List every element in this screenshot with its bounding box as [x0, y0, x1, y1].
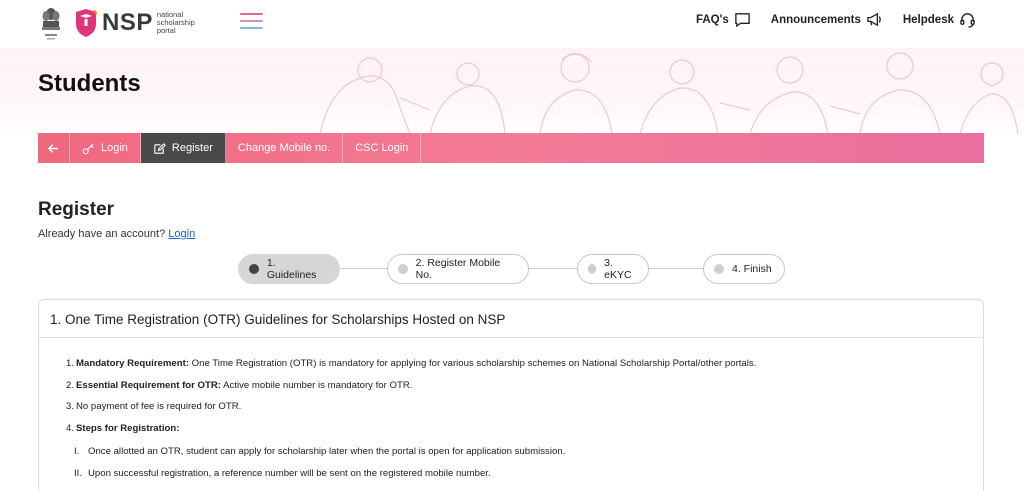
registration-step-item: II. Upon successful registration, a refe… — [74, 468, 983, 490]
key-icon — [82, 142, 94, 154]
guideline-item: 4. Steps for Registration: — [66, 423, 983, 445]
step-connector — [338, 268, 388, 269]
guideline-detail: Active mobile number is mandatory for OT… — [221, 379, 413, 391]
menu-line — [240, 20, 263, 22]
helpdesk-label: Helpdesk — [902, 13, 954, 26]
register-heading: Register — [38, 199, 115, 220]
step-indicator — [588, 264, 597, 274]
registration-step-number: II. — [74, 467, 82, 479]
nsp-logo[interactable]: NSP national scholarship portal — [74, 8, 207, 38]
back-button[interactable] — [38, 133, 70, 163]
guideline-text: Mandatory Requirement: One Time Registra… — [76, 358, 756, 380]
nav-register-label: Register — [171, 142, 213, 154]
nsp-logo-text: NSP — [102, 9, 153, 36]
step-label: 1. Guidelines — [266, 257, 317, 281]
nsp-logo-subtitle: national scholarship portal — [156, 10, 195, 35]
nav-login[interactable]: Login — [70, 133, 141, 163]
nav-login-label: Login — [101, 142, 128, 154]
hero-banner — [0, 48, 1024, 134]
guideline-bold: Mandatory Requirement: — [76, 358, 190, 369]
guideline-detail: One Time Registration (OTR) is mandatory… — [189, 358, 757, 369]
step-indicator — [398, 264, 408, 274]
nav-csc-login-label: CSC Login — [355, 142, 409, 154]
have-account-text: Already have an account? — [38, 228, 166, 240]
step-indicator — [249, 264, 259, 274]
faq-label: FAQ's — [695, 13, 729, 26]
student-nav-bar: Login Register Change Mobile no. CSC Log… — [38, 133, 984, 163]
step-register-mobile[interactable]: 2. Register Mobile No. — [387, 254, 529, 284]
students-sketch-illustration — [319, 52, 1019, 134]
headset-icon — [960, 13, 975, 28]
helpdesk-link[interactable]: Helpdesk — [903, 11, 976, 28]
guideline-item: 3. No payment of fee is required for OTR… — [66, 401, 983, 423]
guideline-detail: No payment of fee is required for OTR. — [76, 401, 242, 412]
nav-csc-login[interactable]: CSC Login — [343, 133, 422, 163]
guidelines-card: 1. One Time Registration (OTR) Guideline… — [38, 299, 984, 491]
top-links: FAQ's Announcements Helpdesk — [696, 11, 976, 28]
guideline-bold: Steps for Registration: — [76, 422, 180, 434]
guideline-item: 2. Essential Requirement for OTR: Active… — [66, 380, 983, 402]
step-connector — [646, 268, 706, 269]
registration-step-text: Upon successful registration, a referenc… — [88, 467, 491, 479]
step-connector — [528, 268, 578, 269]
nsp-shield-icon — [76, 9, 98, 37]
step-ekyc[interactable]: 3. eKYC — [577, 254, 649, 284]
step-guidelines[interactable]: 1. Guidelines — [238, 254, 340, 284]
guideline-number: 2. — [66, 379, 75, 391]
registration-step-text: Once allotted an OTR, student can apply … — [88, 446, 566, 457]
guideline-number: 4. — [66, 422, 75, 434]
guidelines-list: 1. Mandatory Requirement: One Time Regis… — [66, 358, 983, 444]
menu-line — [240, 13, 263, 15]
nav-change-mobile[interactable]: Change Mobile no. — [226, 133, 344, 163]
guideline-number: 1. — [66, 358, 75, 369]
step-label: 2. Register Mobile No. — [415, 257, 501, 281]
registration-stepper: 1. Guidelines 2. Register Mobile No. 3. … — [238, 254, 786, 284]
nav-register[interactable]: Register — [140, 133, 226, 163]
step-indicator — [714, 264, 724, 274]
guideline-bold: Essential Requirement for OTR: — [76, 379, 221, 391]
faq-link[interactable]: FAQ's — [696, 11, 751, 28]
guidelines-body: 1. Mandatory Requirement: One Time Regis… — [39, 338, 983, 489]
registration-step-item: I. Once allotted an OTR, student can app… — [74, 446, 983, 468]
megaphone-icon — [867, 12, 881, 27]
guidelines-heading: 1. One Time Registration (OTR) Guideline… — [39, 300, 983, 338]
guideline-text: Essential Requirement for OTR: Active mo… — [76, 380, 412, 402]
menu-line — [240, 27, 263, 29]
arrow-left-icon — [47, 143, 59, 153]
announcements-link[interactable]: Announcements — [771, 11, 883, 28]
national-emblem-icon — [42, 8, 60, 40]
guideline-number: 3. — [66, 401, 75, 412]
step-label: 3. eKYC — [604, 257, 632, 281]
menu-hamburger-button[interactable] — [240, 13, 263, 35]
edit-icon — [154, 142, 166, 154]
top-header: NSP national scholarship portal FAQ's An… — [0, 0, 1024, 48]
login-link[interactable]: Login — [168, 228, 195, 240]
nav-change-mobile-label: Change Mobile no. — [237, 142, 331, 154]
registration-step-number: I. — [74, 446, 80, 457]
step-finish[interactable]: 4. Finish — [703, 254, 785, 284]
page-title: Students — [38, 70, 141, 97]
announcements-label: Announcements — [770, 13, 861, 26]
step-label: 4. Finish — [732, 263, 772, 275]
chat-icon — [734, 13, 750, 28]
registration-steps-list: I. Once allotted an OTR, student can app… — [66, 444, 983, 489]
have-account-line: Already have an account? Login — [38, 228, 195, 240]
guideline-item: 1. Mandatory Requirement: One Time Regis… — [66, 358, 983, 380]
